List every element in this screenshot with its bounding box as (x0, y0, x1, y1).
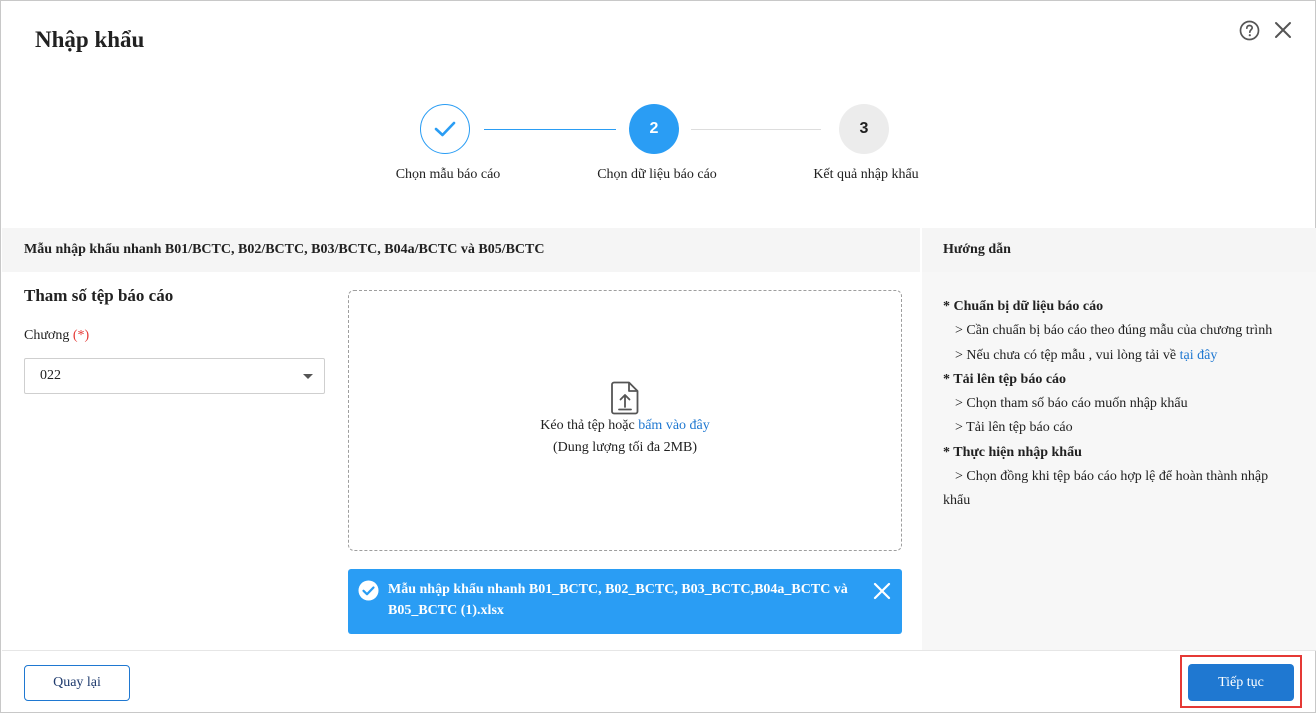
guide-section-title: * Thực hiện nhập khẩu (943, 444, 1082, 460)
check-icon (434, 121, 456, 137)
params-title: Tham số tệp báo cáo (24, 286, 174, 305)
uploaded-file-bar: Mẫu nhập khẩu nhanh B01_BCTC, B02_BCTC, … (348, 569, 902, 634)
chevron-down-icon (303, 374, 313, 379)
uploaded-file-name: Mẫu nhập khẩu nhanh B01_BCTC, B02_BCTC, … (388, 582, 848, 618)
chuong-label-text: Chương (24, 328, 70, 343)
dropzone-instructions: Kéo thả tệp hoặc bấm vào đây (348, 418, 902, 434)
check-circle-icon (358, 580, 379, 601)
remove-file-icon[interactable] (873, 582, 891, 600)
required-mark: (*) (72, 328, 90, 343)
step-connector-2 (691, 129, 821, 130)
guide-item: > Cần chuẩn bị báo cáo theo đúng mẫu của… (955, 323, 1273, 339)
guide-item: > Tải lên tệp báo cáo (955, 420, 1073, 436)
dialog-title: Nhập khẩu (35, 27, 145, 52)
chuong-select-value: 022 (40, 368, 61, 383)
file-upload-icon (611, 381, 639, 415)
guide-header: Hướng dẫn (922, 228, 1316, 272)
guide-section-title: * Tải lên tệp báo cáo (943, 371, 1067, 387)
guide-item: > Nếu chưa có tệp mẫu , vui lòng tải về … (943, 344, 1303, 368)
chuong-select[interactable]: 022 (24, 358, 325, 394)
step-1-label: Chọn mẫu báo cáo (395, 167, 501, 182)
dropzone-text: Kéo thả tệp hoặc (540, 418, 635, 433)
guide-item: > Chọn đồng khi tệp báo cáo hợp lệ để ho… (955, 469, 1269, 485)
step-3-circle: 3 (839, 104, 889, 154)
step-3-label: Kết quả nhập khẩu (813, 167, 919, 182)
step-1-circle (420, 104, 470, 154)
guide-content: * Chuẩn bị dữ liệu báo cáo > Cần chuẩn b… (943, 295, 1303, 514)
dropzone-size-note: (Dung lượng tối đa 2MB) (552, 440, 698, 455)
download-template-link[interactable]: tại đây (1180, 348, 1218, 363)
help-circle-icon[interactable] (1239, 20, 1260, 41)
template-header: Mẫu nhập khẩu nhanh B01/BCTC, B02/BCTC, … (2, 228, 920, 272)
guide-section-title: * Chuẩn bị dữ liệu báo cáo (943, 299, 1104, 314)
back-button[interactable]: Quay lại (24, 665, 130, 701)
guide-item: > Chọn tham số báo cáo muốn nhập khẩu (955, 396, 1188, 412)
import-dialog: Nhập khẩu 2 3 Chọn mẫu báo cáo Chọn dữ l… (0, 0, 1316, 713)
close-icon[interactable] (1273, 20, 1293, 40)
step-connector-1 (484, 129, 616, 130)
footer-divider (2, 650, 1316, 651)
next-button[interactable]: Tiếp tục (1188, 664, 1294, 701)
chuong-label: Chương (*) (24, 328, 89, 344)
browse-file-link[interactable]: bấm vào đây (638, 418, 710, 433)
guide-item-continued: khẩu (943, 493, 971, 509)
step-2-circle: 2 (629, 104, 679, 154)
guide-item-text: > Nếu chưa có tệp mẫu , vui lòng tải về (955, 347, 1177, 363)
step-2-label: Chọn dữ liệu báo cáo (597, 167, 717, 182)
